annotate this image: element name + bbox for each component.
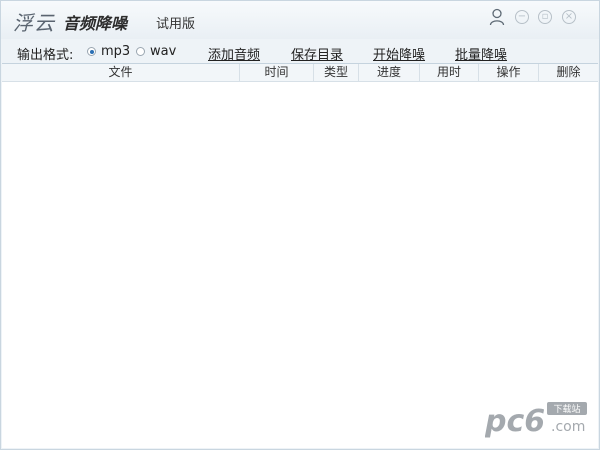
column-header-progress[interactable]: 进度 xyxy=(359,64,420,81)
format-radio-label: mp3 xyxy=(101,44,131,59)
add-audio-button[interactable]: 添加音频 xyxy=(208,44,260,63)
format-radio-label: wav xyxy=(150,44,177,59)
column-header-duration[interactable]: 用时 xyxy=(420,64,479,81)
watermark-brand: pc6 xyxy=(485,404,545,439)
start-denoise-button[interactable]: 开始降噪 xyxy=(373,44,425,63)
minimize-button[interactable]: − xyxy=(515,10,529,24)
app-title: 音频降噪 xyxy=(63,14,128,33)
column-header-operation[interactable]: 操作 xyxy=(479,64,539,81)
toolbar: 输出格式: mp3 wav 添加音频 保存目录 开始降噪 批量降噪 xyxy=(1,39,599,63)
user-icon[interactable] xyxy=(489,8,505,26)
close-icon: × xyxy=(564,11,574,22)
table-header: 文件 时间 类型 进度 用时 操作 删除 xyxy=(2,64,598,82)
close-button[interactable]: × xyxy=(562,10,576,24)
app-window: 浮云 音频降噪 试用版 − ▫ × 输出格式: mp3 wav 添加音频 保存目… xyxy=(0,0,600,450)
column-header-type[interactable]: 类型 xyxy=(314,64,359,81)
batch-denoise-button[interactable]: 批量降噪 xyxy=(455,44,507,63)
radio-unchecked-icon xyxy=(136,47,145,56)
title-bar[interactable]: 浮云 音频降噪 试用版 − ▫ × xyxy=(1,1,599,39)
column-header-delete[interactable]: 删除 xyxy=(539,64,598,81)
pc6-watermark-logo: pc6 下载站 .com xyxy=(485,402,587,439)
file-table[interactable]: 文件 时间 类型 进度 用时 操作 删除 xyxy=(2,63,598,448)
radio-checked-icon xyxy=(87,47,96,56)
edition-label: 试用版 xyxy=(156,17,196,32)
format-radio-wav[interactable]: wav xyxy=(136,44,176,59)
save-directory-button[interactable]: 保存目录 xyxy=(291,44,343,63)
maximize-icon: ▫ xyxy=(541,11,549,22)
watermark-domain: .com xyxy=(551,419,585,435)
column-header-file[interactable]: 文件 xyxy=(2,64,240,81)
minimize-icon: − xyxy=(517,11,527,22)
maximize-button[interactable]: ▫ xyxy=(538,10,552,24)
watermark-tag: 下载站 xyxy=(553,403,580,415)
brand-logo-text: 浮云 xyxy=(13,11,55,35)
column-header-time[interactable]: 时间 xyxy=(240,64,314,81)
format-radio-mp3[interactable]: mp3 xyxy=(87,44,130,59)
output-format-label: 输出格式: xyxy=(17,48,74,63)
